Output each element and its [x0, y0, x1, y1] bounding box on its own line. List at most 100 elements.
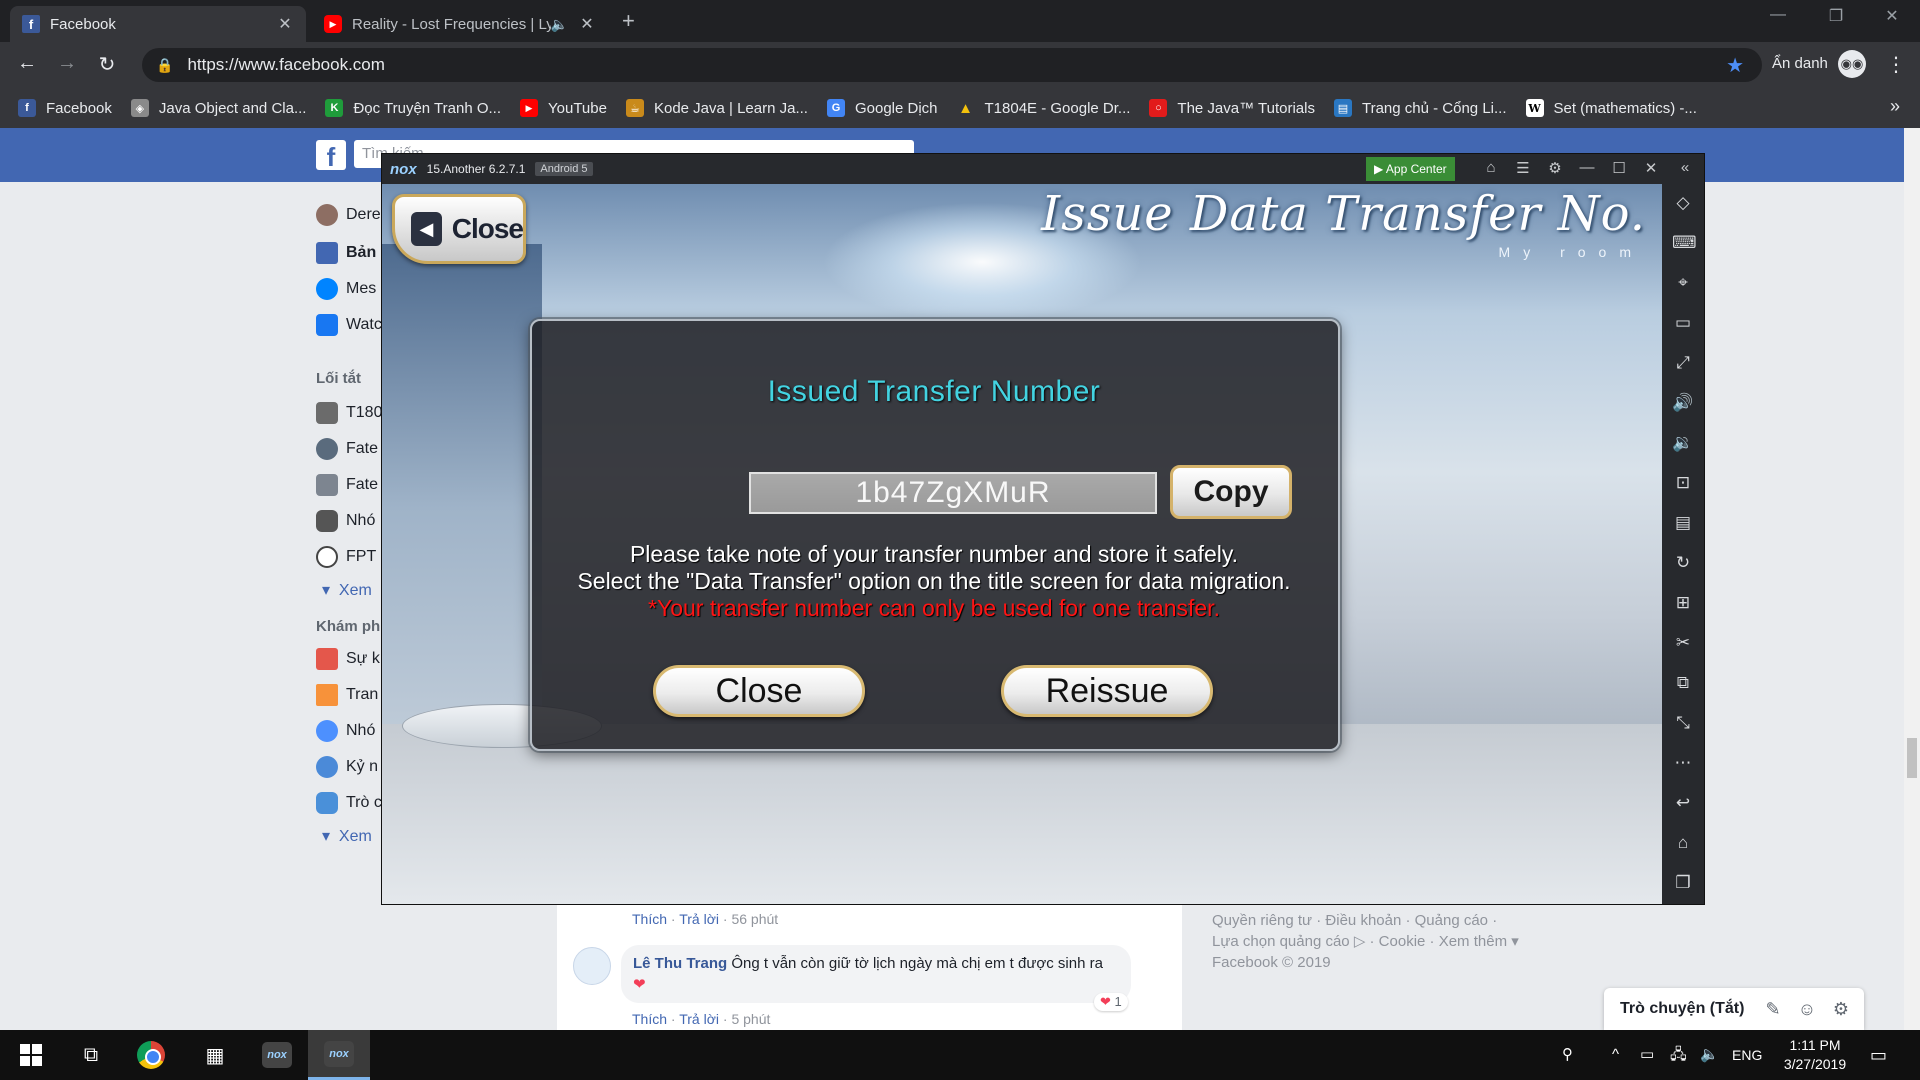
- apk-icon[interactable]: ▤: [1672, 512, 1694, 534]
- volume-up-icon[interactable]: 🔊: [1672, 392, 1694, 414]
- collapse-sidebar-icon[interactable]: «: [1674, 159, 1696, 176]
- avatar[interactable]: [573, 947, 611, 985]
- facebook-logo-icon[interactable]: f: [316, 140, 346, 172]
- explore-item[interactable]: Kỷ n: [316, 756, 378, 778]
- nox-title-bar[interactable]: nox 15.Another 6.2.7.1 Android 5 ▶ App C…: [382, 154, 1704, 184]
- back-icon[interactable]: ←: [14, 52, 40, 75]
- nav-item-messenger[interactable]: Mes: [316, 278, 376, 300]
- tab-facebook[interactable]: f Facebook ✕: [10, 6, 306, 42]
- tab-youtube[interactable]: ▶ Reality - Lost Frequencies | Ly 🔈 ✕: [312, 6, 608, 42]
- bookmark-item[interactable]: ▤ Trang chủ - Cổng Li...: [1333, 99, 1507, 117]
- game-screen[interactable]: ◀ Close Issue Data Transfer No. My room …: [382, 184, 1662, 904]
- transfer-number-field[interactable]: 1b47ZgXMuR: [749, 472, 1157, 514]
- reload-icon[interactable]: ↻: [94, 52, 120, 77]
- footer-links-2[interactable]: Lựa chọn quảng cáo ▷ · Cookie · Xem thêm…: [1212, 931, 1612, 952]
- keyboard-icon[interactable]: ⌨: [1672, 232, 1697, 254]
- back-icon[interactable]: ↩: [1672, 792, 1694, 814]
- taskbar-chrome[interactable]: [120, 1030, 182, 1080]
- tag-icon[interactable]: ◇: [1672, 192, 1694, 214]
- nav-item-profile[interactable]: Dere: [316, 204, 381, 226]
- reply-link[interactable]: Trả lời: [679, 911, 719, 927]
- explore-item[interactable]: Sự k: [316, 648, 380, 670]
- browser-menu-icon[interactable]: ⋮: [1886, 52, 1906, 77]
- menu-icon[interactable]: ☰: [1512, 159, 1534, 177]
- like-link[interactable]: Thích: [632, 1011, 667, 1027]
- bookmark-star-icon[interactable]: ★: [1726, 53, 1744, 78]
- bookmark-item[interactable]: ▲ T1804E - Google Dr...: [957, 99, 1130, 117]
- explore-item[interactable]: Tran: [316, 684, 378, 706]
- screenshot-icon[interactable]: ⊡: [1672, 472, 1694, 494]
- scrollbar-thumb[interactable]: [1907, 738, 1917, 778]
- nav-item-watch[interactable]: Watc: [316, 314, 382, 336]
- location-icon[interactable]: ⌖: [1672, 272, 1694, 294]
- shortcut-item[interactable]: T180: [316, 402, 382, 424]
- fullscreen-icon[interactable]: ⤢: [1672, 352, 1694, 374]
- scissors-icon[interactable]: ✂: [1672, 632, 1694, 654]
- people-icon[interactable]: ⚲: [1562, 1030, 1573, 1080]
- explore-item[interactable]: Trò c: [316, 792, 382, 814]
- windows-start-button[interactable]: [0, 1030, 62, 1080]
- forward-icon[interactable]: →: [54, 52, 80, 75]
- like-link[interactable]: Thích: [632, 911, 667, 927]
- incognito-icon[interactable]: ◉◉: [1838, 50, 1866, 78]
- bookmark-item[interactable]: G Google Dịch: [826, 99, 938, 117]
- restore-window-icon[interactable]: ❐: [1806, 6, 1866, 26]
- address-bar[interactable]: 🔒 https://www.facebook.com ★: [142, 48, 1762, 82]
- more-bookmarks-icon[interactable]: »: [1890, 96, 1900, 117]
- close-tab-icon[interactable]: ✕: [578, 14, 596, 34]
- taskbar-app[interactable]: ▦: [184, 1030, 246, 1080]
- shortcut-item[interactable]: Fate: [316, 474, 378, 496]
- more-icon[interactable]: ⋯: [1672, 752, 1694, 774]
- compose-icon[interactable]: ✎: [1762, 999, 1784, 1020]
- close-button[interactable]: Close: [653, 665, 865, 717]
- language-indicator[interactable]: ENG: [1732, 1030, 1762, 1080]
- resize-icon[interactable]: ⤡: [1672, 712, 1694, 734]
- recent-apps-icon[interactable]: ❐: [1672, 872, 1694, 894]
- system-clock[interactable]: 1:11 PM 3/27/2019: [1760, 1036, 1870, 1074]
- chat-bar[interactable]: Trò chuyện (Tắt) ✎ ☺ ⚙: [1604, 988, 1864, 1030]
- reissue-button[interactable]: Reissue: [1001, 665, 1213, 717]
- gear-icon[interactable]: ⚙: [1830, 999, 1852, 1020]
- multi-instance-icon[interactable]: ⧉: [1672, 672, 1694, 694]
- new-tab-button[interactable]: +: [622, 8, 635, 34]
- see-more-shortcuts-link[interactable]: ▾ Xem: [322, 580, 372, 600]
- notifications-icon[interactable]: ▭: [1870, 1030, 1887, 1080]
- bookmark-item[interactable]: K Đọc Truyện Tranh O...: [325, 99, 501, 117]
- bookmark-item[interactable]: ▶ YouTube: [520, 99, 607, 117]
- bookmark-item[interactable]: f Facebook: [18, 99, 112, 117]
- shortcut-item[interactable]: Fate: [316, 438, 378, 460]
- copy-button[interactable]: Copy: [1170, 465, 1292, 519]
- minimize-icon[interactable]: —: [1576, 159, 1598, 176]
- add-icon[interactable]: ⊞: [1672, 592, 1694, 614]
- app-center-button[interactable]: ▶ App Center: [1366, 157, 1455, 181]
- footer-links-1[interactable]: Quyền riêng tư · Điều khoản · Quảng cáo …: [1212, 910, 1612, 931]
- task-view-icon[interactable]: ⧉: [60, 1030, 122, 1080]
- new-group-icon[interactable]: ☺: [1796, 999, 1818, 1020]
- home-icon[interactable]: ⌂: [1672, 832, 1694, 854]
- reply-link[interactable]: Trả lời: [679, 1011, 719, 1027]
- network-icon[interactable]: 🖧: [1670, 1030, 1687, 1080]
- see-more-explore-link[interactable]: ▾ Xem: [322, 826, 372, 846]
- gear-icon[interactable]: ⚙: [1544, 159, 1566, 177]
- close-tab-icon[interactable]: ✕: [276, 14, 294, 34]
- close-window-icon[interactable]: ✕: [1862, 6, 1920, 26]
- shirt-icon[interactable]: ⌂: [1480, 159, 1502, 176]
- battery-icon[interactable]: ▭: [1640, 1030, 1654, 1080]
- bookmark-item[interactable]: ○ The Java™ Tutorials: [1149, 99, 1315, 117]
- taskbar-nox[interactable]: nox: [308, 1030, 370, 1080]
- bookmark-item[interactable]: ◈ Java Object and Cla...: [130, 99, 306, 117]
- screen-icon[interactable]: ▭: [1672, 312, 1694, 334]
- reaction-count[interactable]: ❤ 1: [1094, 993, 1128, 1011]
- shortcut-item[interactable]: Nhó: [316, 510, 375, 532]
- explore-item[interactable]: Nhó: [316, 720, 375, 742]
- taskbar-nox-multi[interactable]: nox: [246, 1030, 308, 1080]
- audio-playing-icon[interactable]: 🔈: [551, 16, 568, 33]
- volume-down-icon[interactable]: 🔉: [1672, 432, 1694, 454]
- shortcut-item[interactable]: FPT: [316, 546, 376, 568]
- rotate-icon[interactable]: ↻: [1672, 552, 1694, 574]
- close-icon[interactable]: ✕: [1640, 159, 1662, 177]
- bookmark-item[interactable]: W Set (mathematics) -...: [1525, 99, 1697, 117]
- top-close-button[interactable]: ◀ Close: [392, 194, 526, 264]
- comment-author[interactable]: Lê Thu Trang: [633, 955, 727, 972]
- show-hidden-icons[interactable]: ^: [1612, 1030, 1619, 1080]
